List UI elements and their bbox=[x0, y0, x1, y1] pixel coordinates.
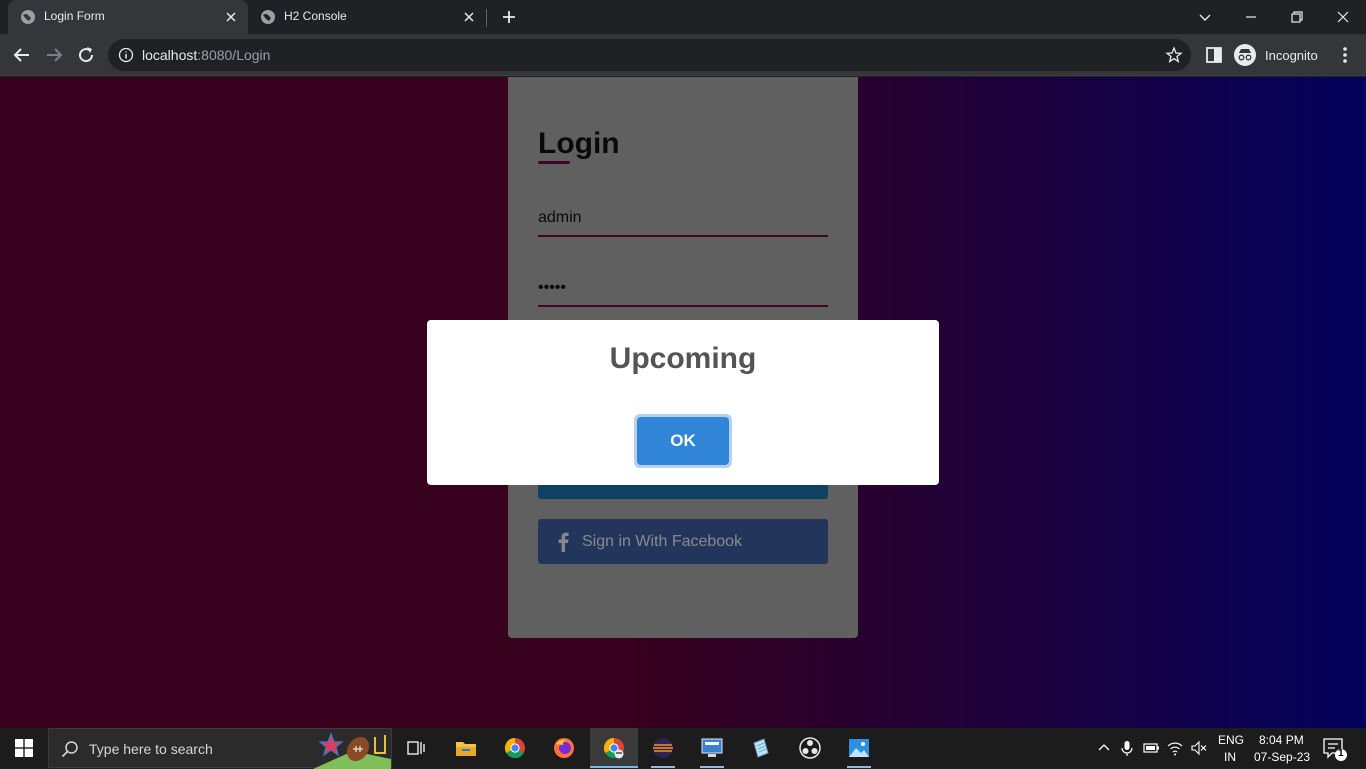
tab-title: Login Form bbox=[44, 9, 105, 23]
tab-login-form[interactable]: Login Form bbox=[8, 0, 248, 34]
tab-h2-console[interactable]: H2 Console bbox=[248, 0, 486, 34]
incognito-label: Incognito bbox=[1265, 47, 1318, 63]
task-view-icon bbox=[407, 741, 425, 755]
firefox-button[interactable] bbox=[540, 728, 588, 768]
chrome-button[interactable] bbox=[491, 728, 539, 768]
microphone-icon[interactable] bbox=[1118, 739, 1136, 757]
chrome-incognito-icon bbox=[603, 737, 624, 759]
obs-icon bbox=[799, 737, 821, 759]
address-bar[interactable]: localhost:8080/Login bbox=[108, 39, 1191, 71]
notification-center-button[interactable]: 1 bbox=[1320, 736, 1350, 762]
close-icon[interactable] bbox=[460, 8, 478, 26]
reload-icon[interactable] bbox=[74, 43, 98, 67]
tab-separator bbox=[486, 9, 487, 27]
minimize-icon[interactable] bbox=[1240, 6, 1262, 28]
wifi-icon[interactable] bbox=[1166, 739, 1184, 757]
firefox-icon bbox=[554, 738, 574, 758]
clock-time[interactable]: 8:04 PM bbox=[1259, 733, 1304, 747]
eclipse-icon bbox=[653, 738, 673, 758]
language-indicator-top[interactable]: ENG bbox=[1218, 733, 1244, 747]
clock-date[interactable]: 07-Sep-23 bbox=[1254, 750, 1310, 764]
chrome-icon bbox=[504, 737, 525, 759]
back-arrow-icon[interactable] bbox=[10, 43, 34, 67]
url-text: localhost:8080/Login bbox=[142, 47, 271, 63]
notes-app-button[interactable] bbox=[737, 728, 785, 768]
folder-icon bbox=[456, 742, 476, 756]
kebab-menu-icon[interactable] bbox=[1333, 43, 1357, 67]
windows-logo-icon bbox=[15, 739, 33, 757]
bookmark-star-icon[interactable] bbox=[1165, 46, 1183, 64]
globe-icon bbox=[261, 10, 275, 24]
speaker-muted-icon[interactable] bbox=[1190, 739, 1208, 757]
start-button[interactable] bbox=[0, 728, 48, 768]
side-panel-icon[interactable] bbox=[1202, 43, 1226, 67]
chrome-incognito-button[interactable] bbox=[590, 728, 638, 768]
photos-button[interactable] bbox=[835, 728, 883, 768]
notification-count: 1 bbox=[1338, 748, 1344, 759]
obs-studio-button[interactable] bbox=[786, 728, 834, 768]
page-background: Login Sign in With Facebook Upcoming OK bbox=[0, 77, 1366, 728]
ok-button[interactable]: OK bbox=[637, 417, 729, 465]
search-icon bbox=[61, 741, 78, 758]
notification-icon bbox=[1323, 738, 1347, 761]
search-placeholder: Type here to search bbox=[89, 741, 213, 757]
tab-title: H2 Console bbox=[284, 9, 347, 23]
restore-icon[interactable] bbox=[1286, 6, 1308, 28]
battery-icon[interactable] bbox=[1142, 739, 1160, 757]
taskbar-search-box[interactable]: Type here to search bbox=[48, 728, 392, 769]
alert-dialog: Upcoming OK bbox=[427, 320, 939, 485]
file-explorer-button[interactable] bbox=[442, 728, 490, 768]
close-icon[interactable] bbox=[222, 8, 240, 26]
tab-strip: Login Form H2 Console bbox=[0, 0, 1366, 34]
tab-search-chevron-icon[interactable] bbox=[1194, 6, 1216, 28]
browser-toolbar: localhost:8080/Login Incognito bbox=[0, 34, 1366, 76]
dialog-title: Upcoming bbox=[609, 342, 757, 375]
window-close-icon[interactable] bbox=[1332, 6, 1354, 28]
info-icon[interactable] bbox=[118, 47, 134, 63]
incognito-icon bbox=[1234, 44, 1256, 66]
chevron-up-icon[interactable] bbox=[1095, 739, 1113, 757]
incognito-indicator[interactable]: Incognito bbox=[1233, 41, 1318, 69]
notes-icon bbox=[753, 738, 769, 758]
language-indicator-bottom[interactable]: IN bbox=[1224, 750, 1236, 764]
new-tab-plus-icon[interactable] bbox=[498, 6, 520, 28]
eclipse-button[interactable] bbox=[639, 728, 687, 768]
modal-backdrop: Upcoming OK bbox=[0, 77, 1366, 728]
remote-desktop-button[interactable] bbox=[688, 728, 736, 768]
search-highlight-football-icon[interactable] bbox=[313, 729, 391, 769]
monitor-icon bbox=[701, 738, 723, 757]
windows-taskbar: Type here to search ENG IN 8:04 PM 07-Se… bbox=[0, 728, 1366, 769]
forward-arrow-icon[interactable] bbox=[42, 43, 66, 67]
task-view-button[interactable] bbox=[392, 728, 440, 768]
globe-icon bbox=[21, 10, 35, 24]
photos-icon bbox=[849, 739, 869, 757]
